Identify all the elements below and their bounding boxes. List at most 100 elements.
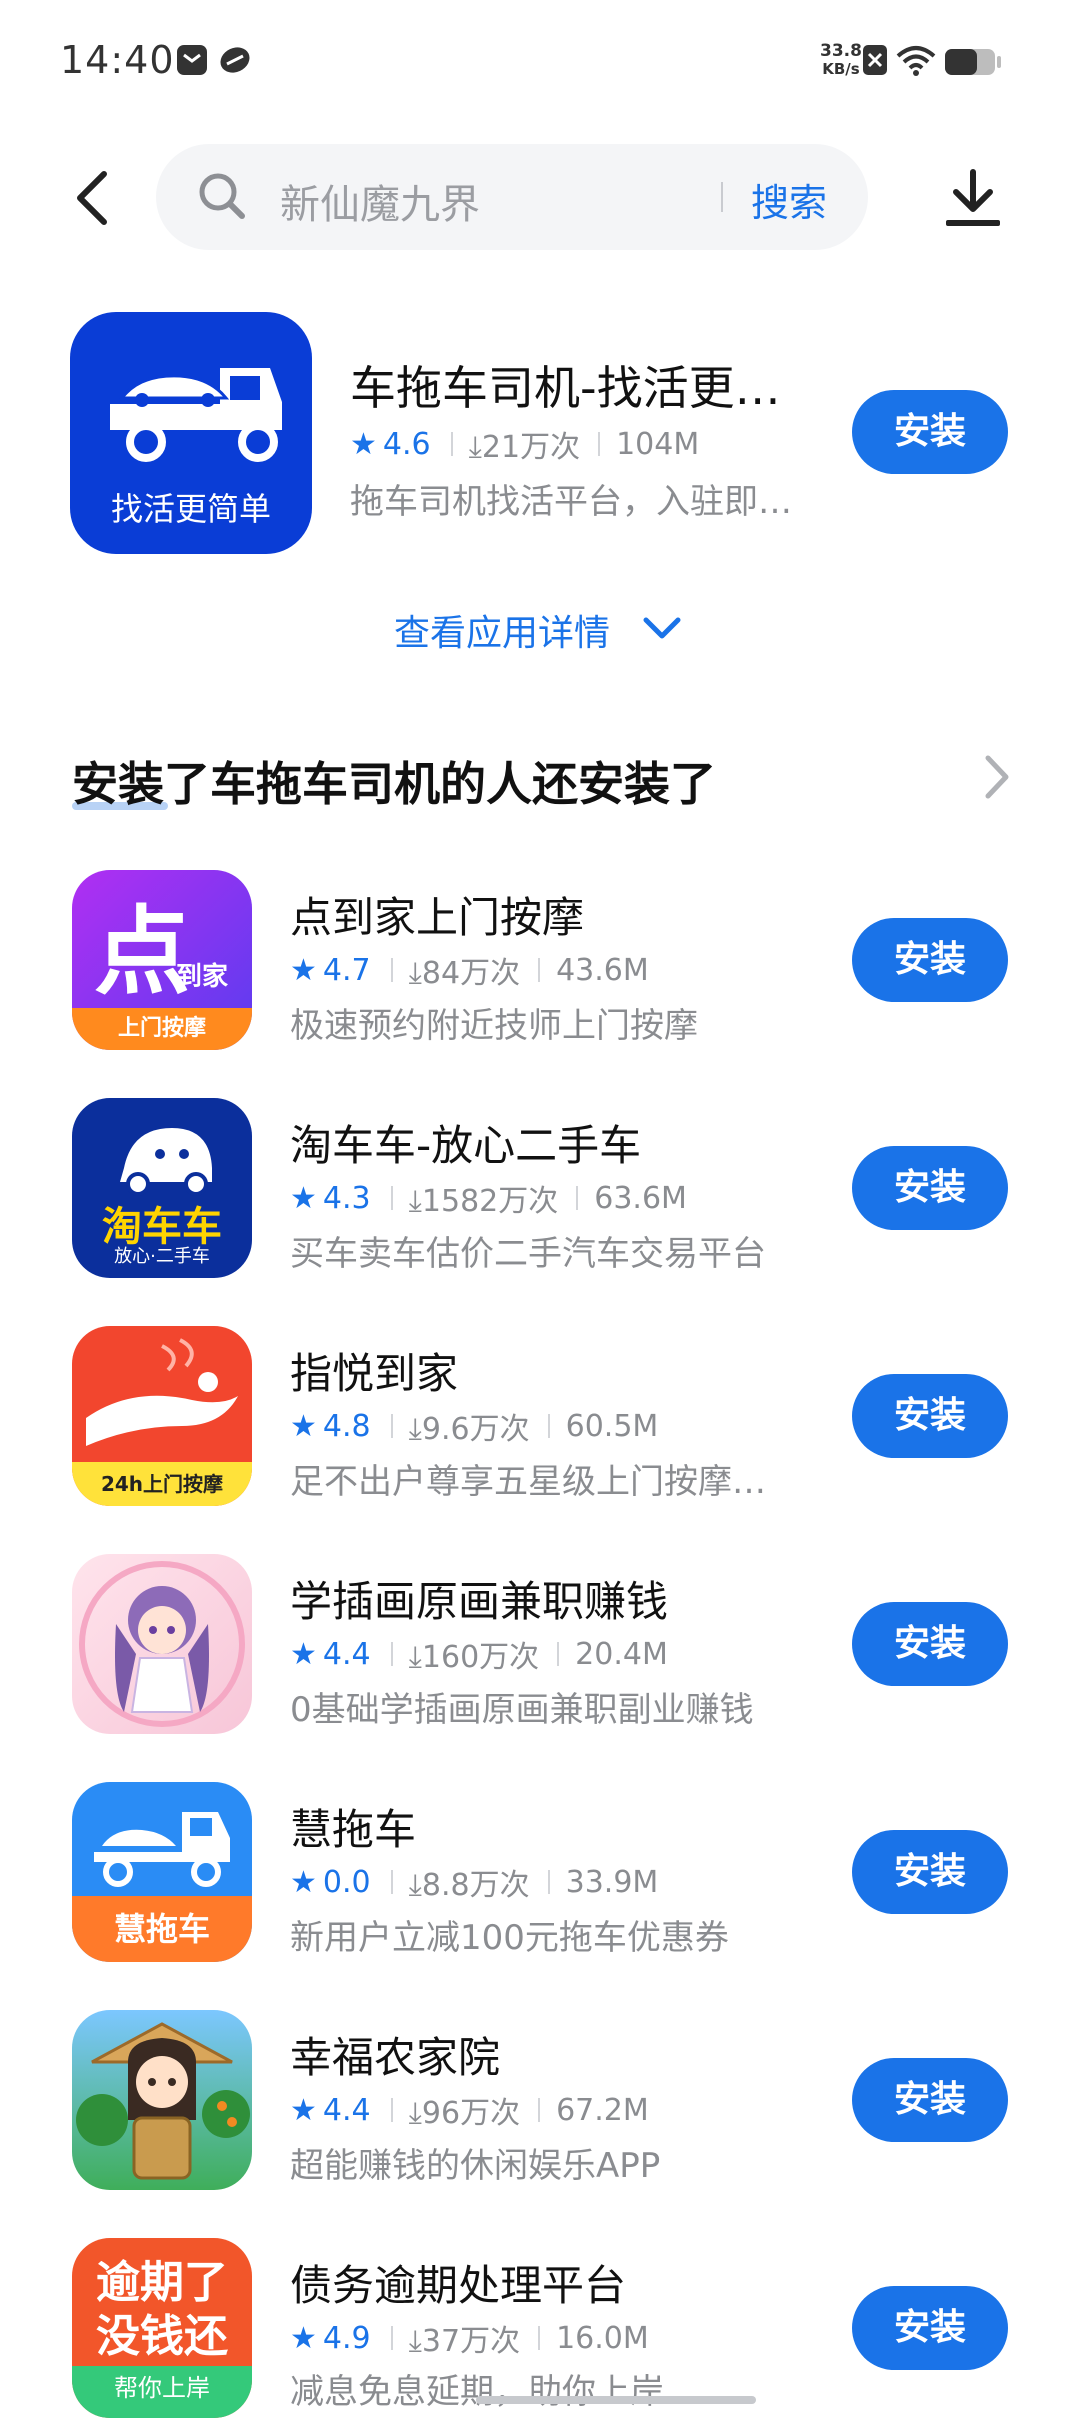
wifi-icon <box>896 46 936 76</box>
featured-app-name[interactable]: 车拖车司机-找活更… <box>350 352 781 418</box>
download-count-value: 96万次 <box>421 2096 521 2131</box>
network-speed: 33.8 KB/s <box>820 42 862 78</box>
download-count: ⤓9.6万次 <box>409 1404 530 1448</box>
app-size: 20.4M <box>575 1636 668 1672</box>
app-name[interactable]: 慧拖车 <box>290 1796 416 1857</box>
chevron-right-icon[interactable] <box>982 754 1012 800</box>
app-name[interactable]: 学插画原画兼职赚钱 <box>290 1568 668 1629</box>
install-button[interactable]: 安装 <box>852 2058 1008 2142</box>
app-icon-banner: 帮你上岸 <box>72 2366 252 2418</box>
install-button[interactable]: 安装 <box>852 1602 1008 1686</box>
download-count-value: 84万次 <box>421 956 521 991</box>
download-arrow-icon: ⤓ <box>408 2324 422 2359</box>
battery-icon <box>945 49 1001 75</box>
app-icon-banner: 上门按摩 <box>72 1008 252 1050</box>
app-description: 超能赚钱的休闲娱乐APP <box>290 2146 661 2186</box>
app-meta: ★ 4.8 ⤓9.6万次 60.5M <box>290 1404 658 1448</box>
install-button[interactable]: 安装 <box>852 1146 1008 1230</box>
featured-app-icon[interactable]: 找活更简单 <box>70 312 312 554</box>
app-icon-taochechre[interactable]: 淘车车 放心·二手车 <box>72 1098 252 1278</box>
download-count: ⤓160万次 <box>409 1632 540 1676</box>
install-button[interactable]: 安装 <box>852 1374 1008 1458</box>
download-count-value: 8.8万次 <box>421 1868 530 1903</box>
app-meta: ★ 4.7 ⤓84万次 43.6M <box>290 948 649 992</box>
message-notification-icon <box>177 45 207 75</box>
app-rating: 4.3 <box>322 1180 371 1216</box>
star-icon: ★ <box>290 2320 317 2356</box>
app-icon-huituoche[interactable]: 慧拖车 <box>72 1782 252 1962</box>
app-rating: 4.7 <box>322 952 371 988</box>
app-rating: 4.4 <box>322 1636 371 1672</box>
app-icon-diandaojia[interactable]: 点 到家 上门按摩 <box>72 870 252 1050</box>
divider <box>598 432 601 456</box>
app-size: 67.2M <box>556 2092 649 2128</box>
app-size: 43.6M <box>556 952 649 988</box>
app-name[interactable]: 指悦到家 <box>290 1340 458 1401</box>
view-app-details-link[interactable]: 查看应用详情 <box>394 604 610 656</box>
search-icon <box>199 173 245 219</box>
star-icon: ★ <box>350 426 377 462</box>
download-arrow-icon: ⤓ <box>408 1868 422 1903</box>
app-description: 极速预约附近技师上门按摩 <box>290 1006 698 1046</box>
download-count: ⤓1582万次 <box>409 1176 559 1220</box>
download-arrow-icon: ⤓ <box>408 1184 422 1219</box>
app-meta: ★ 4.4 ⤓96万次 67.2M <box>290 2088 649 2132</box>
app-name[interactable]: 淘车车-放心二手车 <box>290 1112 641 1173</box>
app-size: 60.5M <box>565 1408 659 1444</box>
app-name[interactable]: 点到家上门按摩 <box>290 884 584 945</box>
app-rating: 4.6 <box>382 426 431 462</box>
app-icon-xuechahua[interactable] <box>72 1554 252 1734</box>
app-name[interactable]: 债务逾期处理平台 <box>290 2252 626 2313</box>
app-rating: 4.8 <box>322 1408 371 1444</box>
app-icon-zhaiwuyuqi[interactable]: 逾期了 没钱还 帮你上岸 <box>72 2238 252 2418</box>
divider <box>390 1870 393 1894</box>
app-meta: ★ 4.3 ⤓1582万次 63.6M <box>290 1176 687 1220</box>
install-button[interactable]: 安装 <box>852 1830 1008 1914</box>
download-count-value: 1582万次 <box>421 1184 559 1219</box>
download-count: ⤓21万次 <box>469 422 580 466</box>
home-indicator[interactable] <box>476 2396 756 2404</box>
star-icon: ★ <box>290 1864 317 1900</box>
star-icon: ★ <box>290 1636 317 1672</box>
app-size: 104M <box>616 426 700 462</box>
download-arrow-icon: ⤓ <box>468 430 482 465</box>
search-divider <box>721 182 723 212</box>
download-count: ⤓96万次 <box>409 2088 520 2132</box>
search-input[interactable]: 新仙魔九界 <box>280 172 480 230</box>
featured-app-description: 拖车司机找活平台，入驻即… <box>350 482 792 522</box>
star-icon: ★ <box>290 2092 317 2128</box>
app-meta: ★ 4.4 ⤓160万次 20.4M <box>290 1632 668 1676</box>
divider <box>547 1414 550 1438</box>
app-icon-subtext: 到家 <box>176 962 229 992</box>
download-count-value: 160万次 <box>421 1640 540 1675</box>
divider <box>576 1186 579 1210</box>
app-description: 0基础学插画原画兼职副业赚钱 <box>290 1690 754 1730</box>
app-rating: 4.4 <box>322 2092 371 2128</box>
search-bar[interactable]: 新仙魔九界 搜索 <box>156 144 868 250</box>
app-name[interactable]: 幸福农家院 <box>290 2024 500 2085</box>
divider <box>390 1642 393 1666</box>
app-rating: 0.0 <box>322 1864 371 1900</box>
app-rating: 4.9 <box>322 2320 371 2356</box>
chevron-down-icon[interactable] <box>640 606 684 650</box>
section-title: 安装了车拖车司机的人还安装了 <box>72 757 716 811</box>
install-button[interactable]: 安装 <box>852 918 1008 1002</box>
app-icon-banner: 慧拖车 <box>72 1896 252 1962</box>
download-count-value: 9.6万次 <box>421 1412 530 1447</box>
app-meta: ★ 4.9 ⤓37万次 16.0M <box>290 2316 649 2360</box>
app-size: 63.6M <box>594 1180 687 1216</box>
back-arrow-icon[interactable] <box>70 168 114 228</box>
app-icon-xingfunongjiayuan[interactable] <box>72 2010 252 2190</box>
download-arrow-icon: ⤓ <box>408 1412 422 1447</box>
status-time: 14:40 <box>60 38 175 82</box>
install-button[interactable]: 安装 <box>852 390 1008 474</box>
app-icon-zhiyuedaojia[interactable]: 24h上门按摩 <box>72 1326 252 1506</box>
network-speed-unit: KB/s <box>822 60 860 78</box>
install-button[interactable]: 安装 <box>852 2286 1008 2370</box>
search-button[interactable]: 搜索 <box>751 172 827 227</box>
app-icon-banner: 24h上门按摩 <box>72 1462 252 1506</box>
download-arrow-icon: ⤓ <box>408 2096 422 2131</box>
download-manager-icon[interactable] <box>944 168 1002 230</box>
divider <box>538 2098 541 2122</box>
app-description: 新用户立减100元拖车优惠券 <box>290 1918 729 1958</box>
